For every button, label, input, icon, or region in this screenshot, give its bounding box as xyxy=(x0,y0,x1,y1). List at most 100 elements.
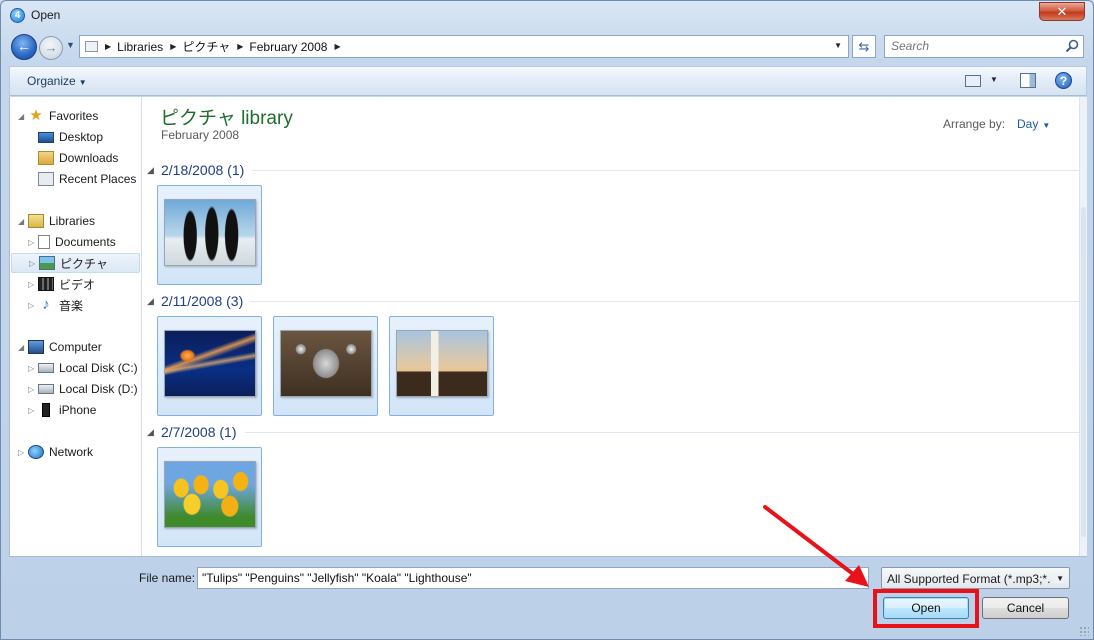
nav-recent-places[interactable]: Recent Places xyxy=(28,169,136,189)
preview-pane-icon[interactable] xyxy=(1020,73,1036,88)
breadcrumb-pictures[interactable]: ピクチャ xyxy=(182,38,230,55)
recent-pages-chevron-down-icon[interactable]: ▼ xyxy=(66,40,75,50)
library-subtitle: February 2008 xyxy=(161,128,240,142)
nav-favorites[interactable]: ◢ ★ Favorites xyxy=(18,106,98,126)
breadcrumb-libraries[interactable]: Libraries xyxy=(117,40,163,54)
group-label: 2/18/2008 (1) xyxy=(161,162,245,178)
collapse-icon[interactable]: ◢ xyxy=(147,427,161,438)
nav-local-disk-c[interactable]: ▷ Local Disk (C:) xyxy=(28,358,138,378)
nav-desktop[interactable]: Desktop xyxy=(28,127,103,147)
network-icon xyxy=(28,445,44,459)
expand-icon[interactable]: ◢ xyxy=(18,343,28,352)
libraries-icon xyxy=(28,214,44,228)
videos-icon xyxy=(38,277,54,291)
open-dialog: 4 Open ✕ ← → ▼ ▶ Libraries ▶ ピクチャ ▶ Febr… xyxy=(0,0,1094,640)
expand-icon[interactable]: ▷ xyxy=(28,280,38,289)
expand-icon[interactable]: ◢ xyxy=(18,217,28,226)
group-header[interactable]: ◢ 2/11/2008 (3) xyxy=(147,292,1083,310)
scrollbar-thumb[interactable] xyxy=(1081,207,1086,537)
breadcrumb-arrow-icon[interactable]: ▶ xyxy=(237,42,243,51)
change-view-icon[interactable] xyxy=(965,75,981,87)
collapse-icon[interactable]: ◢ xyxy=(147,296,161,307)
lighthouse-thumbnail xyxy=(396,330,488,397)
breadcrumb-arrow-icon[interactable]: ▶ xyxy=(105,42,111,51)
navigation-pane: ◢ ★ Favorites Desktop Downloads Recent Pla… xyxy=(10,97,142,556)
group-label: 2/7/2008 (1) xyxy=(161,424,237,440)
nav-libraries-label: Libraries xyxy=(49,214,96,228)
address-bar[interactable]: ▶ Libraries ▶ ピクチャ ▶ February 2008 ▶ ▼ xyxy=(79,35,849,58)
expand-icon[interactable]: ▷ xyxy=(29,259,39,268)
nav-iphone[interactable]: ▷ iPhone xyxy=(28,400,96,420)
nav-recent-places-label: Recent Places xyxy=(59,172,137,186)
expand-icon[interactable]: ▷ xyxy=(28,301,38,310)
nav-network-label: Network xyxy=(49,445,94,459)
resize-grip[interactable] xyxy=(1079,626,1089,636)
nav-documents[interactable]: ▷ Documents xyxy=(28,232,116,252)
file-name-input[interactable] xyxy=(198,568,838,588)
search-icon[interactable] xyxy=(1065,39,1079,53)
view-options-chevron-down-icon[interactable]: ▼ xyxy=(990,75,998,84)
group-header[interactable]: ◢ 2/18/2008 (1) xyxy=(147,161,1083,179)
expand-icon[interactable]: ▷ xyxy=(28,385,38,394)
nav-documents-label: Documents xyxy=(55,235,116,249)
library-title: ピクチャ library xyxy=(160,108,293,129)
close-button[interactable]: ✕ xyxy=(1039,2,1085,21)
group-label: 2/11/2008 (3) xyxy=(161,293,244,309)
downloads-icon xyxy=(38,151,54,165)
nav-iphone-label: iPhone xyxy=(59,403,97,417)
breadcrumb-february-2008[interactable]: February 2008 xyxy=(249,40,327,54)
photo-lighthouse[interactable] xyxy=(389,316,494,416)
desktop-icon xyxy=(38,131,54,143)
expand-icon[interactable]: ▷ xyxy=(28,406,38,415)
refresh-button[interactable]: ⇆ xyxy=(852,35,876,58)
nav-desktop-label: Desktop xyxy=(59,130,104,144)
address-dropdown-icon[interactable]: ▼ xyxy=(834,41,842,50)
breadcrumb-arrow-icon[interactable]: ▶ xyxy=(170,42,176,51)
photo-koala[interactable] xyxy=(273,316,378,416)
nav-videos-label: ビデオ xyxy=(59,277,96,292)
collapse-icon[interactable]: ◢ xyxy=(147,165,161,176)
jellyfish-thumbnail xyxy=(164,330,256,397)
hard-disk-icon xyxy=(38,363,54,373)
nav-network[interactable]: ▷ Network xyxy=(18,442,93,462)
file-name-label: File name: xyxy=(139,571,196,585)
nav-local-disk-d-label: Local Disk (D:) xyxy=(59,382,138,396)
nav-pictures[interactable]: ▷ ピクチャ xyxy=(11,253,140,273)
photo-penguins[interactable] xyxy=(157,185,262,285)
nav-local-disk-c-label: Local Disk (C:) xyxy=(59,361,138,375)
search-input[interactable] xyxy=(891,36,1061,56)
arrange-by-dropdown[interactable]: Day ▼ xyxy=(1017,117,1050,131)
breadcrumb-arrow-icon[interactable]: ▶ xyxy=(334,42,340,51)
phone-icon xyxy=(42,403,50,417)
forward-button[interactable]: → xyxy=(39,36,63,60)
photo-tulips[interactable] xyxy=(157,447,262,547)
computer-icon xyxy=(28,340,44,354)
nav-music[interactable]: ▷ ♪ 音楽 xyxy=(28,295,83,315)
chevron-down-icon: ▼ xyxy=(1042,121,1051,130)
nav-videos[interactable]: ▷ ビデオ xyxy=(28,274,95,294)
help-icon[interactable]: ? xyxy=(1055,72,1072,89)
toolbar: Organize ▼ ▼ ? xyxy=(9,66,1087,96)
star-icon: ★ xyxy=(29,107,43,124)
nav-downloads[interactable]: Downloads xyxy=(28,148,118,168)
cancel-button[interactable]: Cancel xyxy=(982,597,1069,619)
expand-icon[interactable]: ▷ xyxy=(28,364,38,373)
nav-libraries[interactable]: ◢ Libraries xyxy=(18,211,95,231)
vertical-scrollbar[interactable] xyxy=(1079,97,1087,556)
back-button[interactable]: ← xyxy=(11,34,37,60)
pictures-icon xyxy=(39,256,55,270)
nav-favorites-label: Favorites xyxy=(49,109,99,123)
photo-jellyfish[interactable] xyxy=(157,316,262,416)
expand-icon[interactable]: ▷ xyxy=(18,448,28,457)
nav-computer[interactable]: ◢ Computer xyxy=(18,337,102,357)
file-type-dropdown-icon[interactable]: ▼ xyxy=(1053,574,1064,583)
file-type-select[interactable]: All Supported Format (*.mp3;*. ▼ xyxy=(881,567,1070,589)
expand-icon[interactable]: ◢ xyxy=(18,112,28,121)
group-header[interactable]: ◢ 2/7/2008 (1) xyxy=(147,423,1083,441)
hard-disk-icon xyxy=(38,384,54,394)
nav-music-label: 音楽 xyxy=(59,298,84,313)
nav-local-disk-d[interactable]: ▷ Local Disk (D:) xyxy=(28,379,138,399)
organize-menu[interactable]: Organize ▼ xyxy=(27,74,87,88)
search-box[interactable] xyxy=(884,35,1084,58)
expand-icon[interactable]: ▷ xyxy=(28,238,38,247)
